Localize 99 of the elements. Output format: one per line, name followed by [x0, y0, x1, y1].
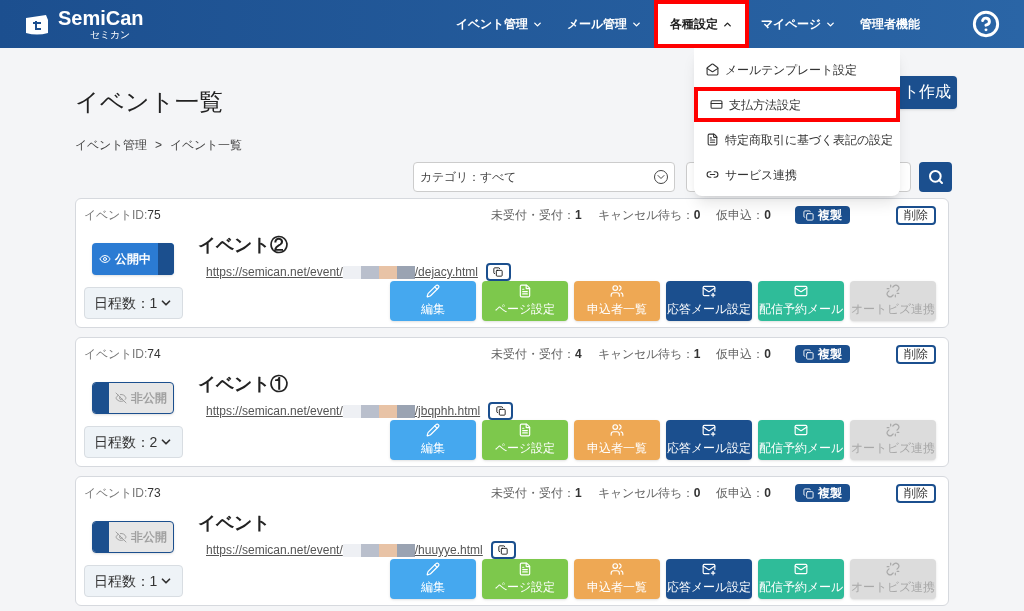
redacted-block	[396, 543, 415, 557]
people-icon	[610, 423, 624, 437]
pencil-icon	[426, 562, 440, 576]
mail-icon	[702, 284, 716, 298]
search-icon	[927, 169, 944, 185]
status-count: 未受付・受付：4	[490, 346, 582, 363]
document-icon	[518, 562, 532, 576]
document-icon	[518, 284, 532, 298]
nav-item[interactable]: 各種設定	[654, 0, 749, 48]
duplicate-button[interactable]: 複製	[795, 484, 850, 502]
pencil-icon	[426, 423, 440, 437]
duplicate-button[interactable]: 複製	[795, 206, 850, 224]
menu-item[interactable]: 特定商取引に基づく表記の設定	[694, 122, 900, 157]
breadcrumb-link[interactable]: イベント管理	[75, 136, 147, 154]
mail-icon	[794, 284, 808, 298]
nav-item[interactable]: イベント管理	[444, 0, 555, 48]
event-id: イベントID:73	[84, 485, 161, 502]
mail-icon	[702, 423, 716, 437]
breadcrumb-current: イベント一覧	[170, 137, 242, 154]
status-count: 仮申込：0	[716, 485, 771, 502]
event-title: イベント①	[198, 373, 289, 396]
redacted-block	[360, 543, 379, 557]
event-url-link[interactable]: https://semican.net/event/	[206, 541, 343, 559]
action-button[interactable]: 応答メール設定	[666, 420, 752, 460]
copy-icon	[803, 487, 814, 499]
nav-item[interactable]: 管理者機能	[848, 0, 932, 48]
broken-link-icon	[886, 284, 900, 298]
people-icon	[610, 562, 624, 576]
copy-icon	[803, 209, 814, 221]
open-mail-icon	[706, 63, 719, 76]
copy-icon	[803, 348, 814, 360]
copy-icon	[493, 267, 504, 277]
redacted-block	[342, 265, 361, 279]
hidden-eye-icon	[115, 531, 127, 543]
status-count: キャンセル待ち：0	[597, 207, 701, 224]
menu-item[interactable]: メールテンプレート設定	[694, 52, 900, 87]
status-count: キャンセル待ち：0	[597, 485, 701, 502]
mail-icon	[702, 562, 716, 576]
logo-text: SemiCan	[58, 8, 144, 28]
status-count: 未受付・受付：1	[490, 485, 582, 502]
pencil-icon	[426, 284, 440, 298]
redacted-block	[360, 265, 379, 279]
redacted-block	[396, 404, 415, 418]
search-button[interactable]	[919, 162, 952, 192]
mail-icon	[794, 423, 808, 437]
nav-item[interactable]: マイページ	[749, 0, 848, 48]
eye-icon	[99, 253, 111, 265]
copy-icon	[495, 406, 506, 416]
menu-item[interactable]: 支払方法設定	[694, 87, 900, 122]
event-url-link[interactable]: /jbqphh.html	[414, 402, 481, 420]
broken-link-icon	[886, 562, 900, 576]
copy-icon	[498, 545, 509, 555]
redacted-block	[378, 265, 397, 279]
breadcrumb-separator: >	[155, 137, 162, 154]
event-title: イベント	[198, 512, 271, 535]
delete-button[interactable]: 削除	[896, 205, 936, 225]
document-icon	[706, 133, 719, 146]
event-url-link[interactable]: /dejacy.html	[414, 263, 478, 281]
schedule-count-select[interactable]: 日程数：1	[84, 287, 183, 319]
logo-subtext: セミカン	[90, 30, 131, 40]
status-count: 仮申込：0	[716, 207, 771, 224]
redacted-block	[342, 404, 361, 418]
mail-icon	[794, 562, 808, 576]
event-url-link[interactable]: https://semican.net/event/	[206, 263, 343, 281]
logo-icon	[24, 12, 50, 36]
redacted-block	[360, 404, 379, 418]
duplicate-button[interactable]: 複製	[795, 345, 850, 363]
schedule-count-select[interactable]: 日程数：2	[84, 426, 183, 458]
document-icon	[518, 423, 532, 437]
create-event-button[interactable]: ト作成	[897, 75, 957, 109]
help-button[interactable]	[972, 10, 1000, 38]
redacted-block	[342, 543, 361, 557]
people-icon	[610, 284, 624, 298]
action-button[interactable]: 応答メール設定	[666, 559, 752, 599]
delete-button[interactable]: 削除	[896, 483, 936, 503]
card-icon	[710, 98, 723, 111]
event-url-link[interactable]: /huuyye.html	[414, 541, 483, 559]
event-title: イベント②	[198, 234, 289, 257]
status-count: 未受付・受付：1	[490, 207, 582, 224]
status-count: 仮申込：0	[716, 346, 771, 363]
redacted-block	[378, 404, 397, 418]
category-select[interactable]: カテゴリ：すべて	[413, 162, 675, 192]
event-url-link[interactable]: https://semican.net/event/	[206, 402, 343, 420]
broken-link-icon	[886, 423, 900, 437]
publish-toggle[interactable]: 公開中	[92, 243, 174, 275]
hidden-eye-icon	[115, 392, 127, 404]
redacted-block	[378, 543, 397, 557]
help-icon	[972, 10, 1000, 38]
event-id: イベントID:75	[84, 207, 161, 224]
menu-item[interactable]: サービス連携	[694, 157, 900, 192]
schedule-count-select[interactable]: 日程数：1	[84, 565, 183, 597]
event-id: イベントID:74	[84, 346, 161, 363]
action-button[interactable]: 応答メール設定	[666, 281, 752, 321]
status-count: キャンセル待ち：1	[597, 346, 701, 363]
nav-item[interactable]: メール管理	[555, 0, 654, 48]
redacted-block	[396, 265, 415, 279]
delete-button[interactable]: 削除	[896, 344, 936, 364]
link-icon	[706, 168, 719, 181]
page-title: イベント一覧	[75, 87, 223, 117]
